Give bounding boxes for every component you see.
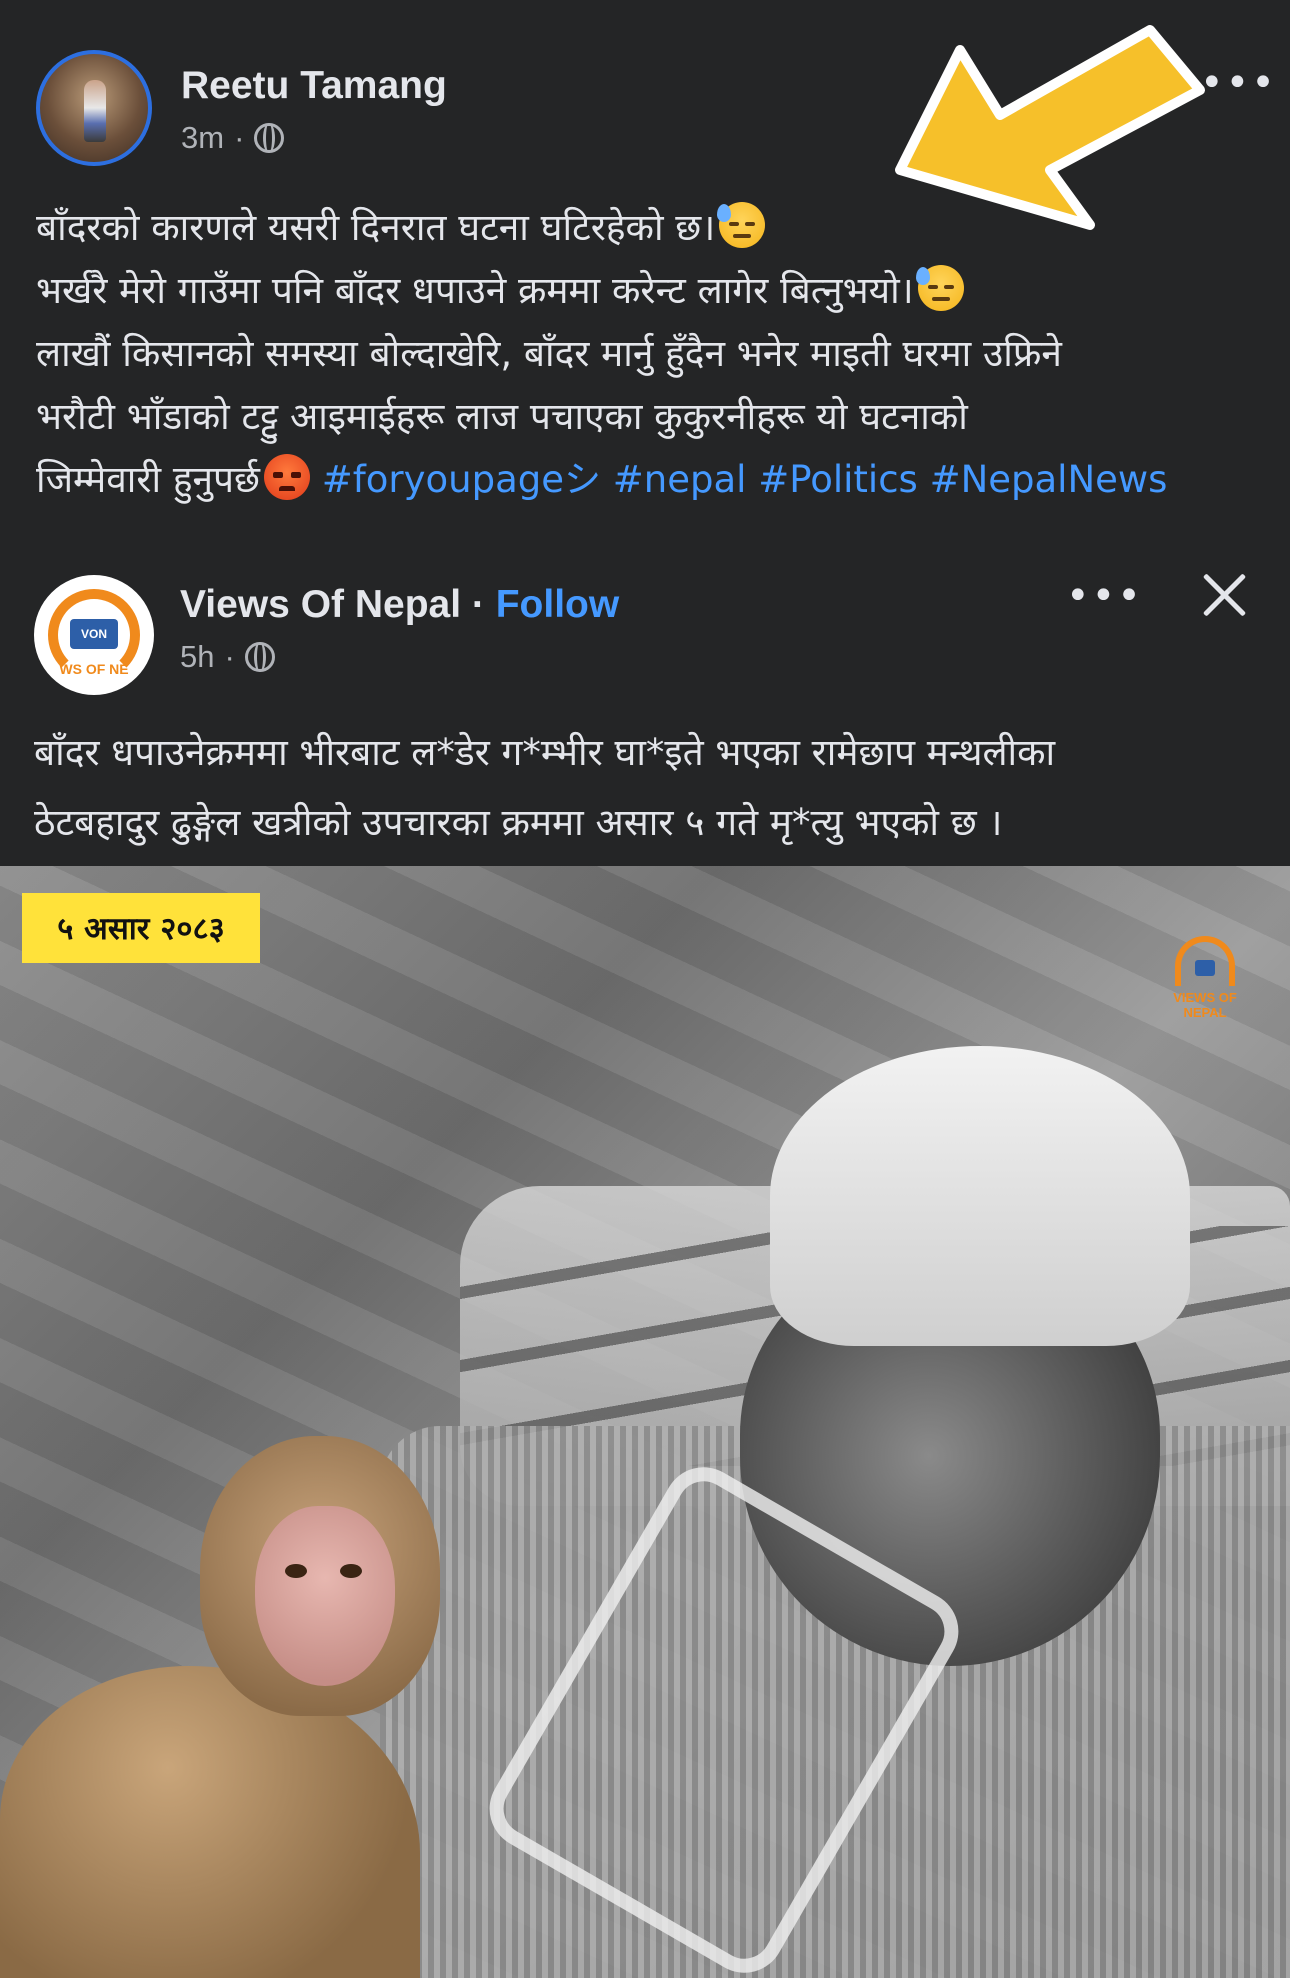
avatar-person (84, 80, 106, 142)
author-avatar[interactable] (36, 50, 152, 166)
page-name[interactable]: Views Of Nepal (180, 583, 461, 626)
page-name-line: Views Of Nepal · Follow (180, 583, 619, 627)
post-meta: 3m · (181, 120, 285, 156)
post-line-5: जिम्मेवारी हुनुपर्छ #foryoupageシ #nepal … (36, 448, 1266, 511)
meta-separator: · (234, 120, 245, 155)
post-image[interactable]: ५ असार २०८३ VIEWS OF NEPAL (0, 866, 1290, 1978)
tv-icon: VON (70, 619, 118, 649)
brand-watermark: VIEWS OF NEPAL (1150, 936, 1260, 1026)
shared-post-header: VON WS OF NE Views Of Nepal · Follow 5h … (0, 545, 1290, 695)
meta-separator: · (224, 639, 235, 674)
post-line-3: लाखौं किसानको समस्या बोल्दाखेरि, बाँदर म… (36, 332, 1062, 375)
follow-button[interactable]: Follow (496, 583, 619, 626)
globe-icon (244, 642, 275, 672)
watermark-text: VIEWS OF NEPAL (1173, 990, 1237, 1020)
sweat-face-icon (915, 265, 964, 311)
close-icon[interactable] (1196, 567, 1252, 623)
shared-line-1: बाँदर धपाउनेक्रममा भीरबाट ल*डेर ग*म्भीर … (34, 731, 1056, 774)
monkey-image (0, 1436, 470, 1978)
shared-meta: 5h · (180, 639, 275, 675)
author-name[interactable]: Reetu Tamang (181, 64, 447, 108)
shared-post-body: बाँदर धपाउनेक्रममा भीरबाट ल*डेर ग*म्भीर … (34, 718, 1274, 858)
avatar-band-text: WS OF NE (59, 661, 129, 677)
shared-more-options-button[interactable]: ••• (1066, 573, 1143, 619)
angry-face-icon (264, 454, 310, 500)
follow-separator: · (461, 583, 496, 626)
post-time[interactable]: 3m (181, 120, 224, 156)
date-badge: ५ असार २०८३ (22, 893, 260, 963)
shared-time[interactable]: 5h (180, 639, 214, 675)
post-line-2: भर्खरै मेरो गाउँमा पनि बाँदर धपाउने क्रम… (36, 259, 1266, 322)
post-line-4: भरौटी भाँडाको टट्टु आइमाईहरू लाज पचाएका … (36, 395, 968, 438)
hashtags-link[interactable]: #foryoupageシ #nepal #Politics #NepalNews (322, 458, 1168, 501)
patient-cap (770, 1046, 1190, 1346)
post-body: बाँदरको कारणले यसरी दिनरात घटना घटिरहेको… (36, 196, 1266, 511)
globe-icon (254, 123, 285, 153)
post-line-1: बाँदरको कारणले यसरी दिनरात घटना घटिरहेको… (36, 196, 1266, 259)
page-avatar[interactable]: VON WS OF NE (34, 575, 154, 695)
headphones-icon (1175, 936, 1235, 986)
sweat-face-icon (717, 202, 766, 248)
shared-line-2: ठेटबहादुर ढुङ्गेल खत्रीको उपचारका क्रममा… (34, 801, 1003, 844)
